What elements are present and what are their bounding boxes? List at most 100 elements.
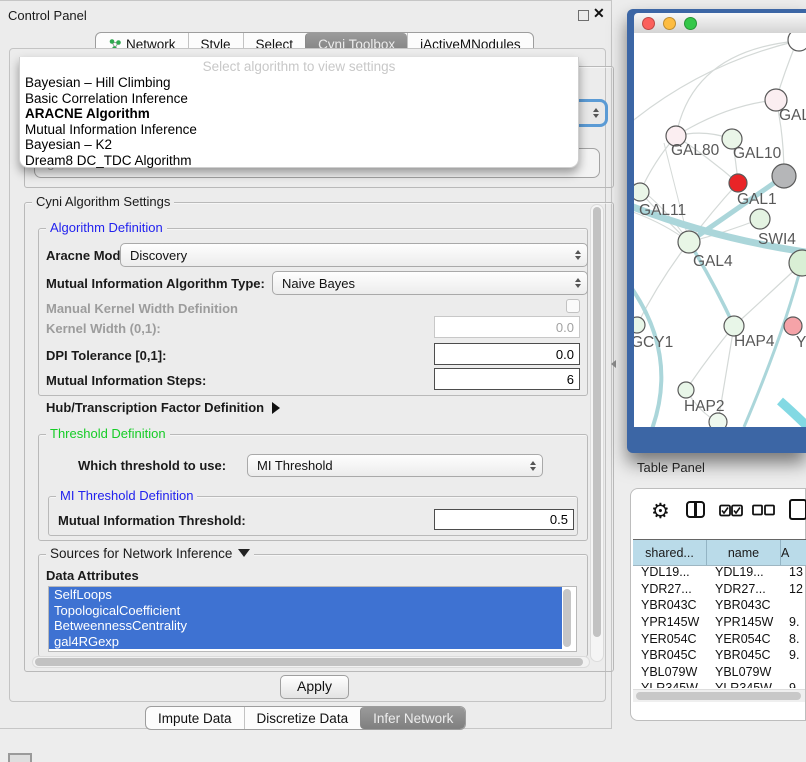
network-node-swi4[interactable] (750, 209, 770, 229)
attribute-list-item[interactable]: SelfLoops (49, 587, 562, 603)
aracne-mode-select[interactable]: Discovery (120, 243, 588, 267)
network-canvas[interactable]: GALGAL80GAL10GAL1GAL11SWI4GAL4HAP4YGCY1H… (634, 33, 806, 427)
dpi-tolerance-field[interactable] (434, 343, 580, 365)
table-cell: 9. (781, 681, 806, 688)
table-cell: YBR043C (633, 598, 707, 612)
function-builder-icon[interactable] (789, 499, 806, 520)
gear-icon[interactable]: ⚙ (651, 492, 670, 532)
control-panel-window: Control Panel ✕ NetworkStyleSelectCyni T… (0, 0, 612, 729)
table-cell: YBL079W (707, 665, 781, 679)
manual-kernel-checkbox[interactable] (566, 299, 580, 313)
minimize-traffic-light[interactable] (663, 17, 676, 30)
mi-type-select[interactable]: Naive Bayes (272, 271, 588, 295)
algorithm-popup-placeholder: Select algorithm to view settings (20, 57, 578, 75)
kernel-width-field[interactable] (434, 316, 580, 338)
network-node-gal4[interactable] (678, 231, 700, 253)
network-edge[interactable] (780, 401, 806, 427)
algorithm-option[interactable]: Mutual Information Inference (20, 122, 578, 138)
algorithm-option[interactable]: Bayesian – Hill Climbing (20, 75, 578, 91)
close-traffic-light[interactable] (642, 17, 655, 30)
cyni-algorithm-settings-title: Cyni Algorithm Settings (32, 195, 174, 209)
algorithm-option[interactable]: ARACNE Algorithm (20, 106, 578, 122)
node-table-card: ⚙ shared...nameA YDL19...YDL19...13YDR27… (630, 488, 806, 721)
table-horizontal-scrollbar[interactable] (633, 689, 805, 702)
network-node[interactable] (788, 33, 806, 51)
data-attributes-list[interactable]: SelfLoopsTopologicalCoefficientBetweenne… (48, 586, 577, 652)
table-cell: YBR043C (707, 598, 781, 612)
table-cell: YDR27... (633, 582, 707, 596)
collapsed-corner-widget[interactable] (8, 753, 32, 762)
hub-definition-toggle[interactable]: Hub/Transcription Factor Definition (46, 400, 280, 415)
tab-discretize-data[interactable]: Discretize Data (244, 707, 361, 729)
attribute-list-item[interactable]: gal4RGexp (49, 634, 562, 650)
network-node-y[interactable] (784, 317, 802, 335)
zoom-traffic-light[interactable] (684, 17, 697, 30)
tab-infer-network[interactable]: Infer Network (360, 707, 465, 729)
node-label: SWI4 (758, 231, 796, 248)
table-row[interactable]: YLR345WYLR345W9. (633, 680, 806, 688)
column-header-2[interactable]: name (707, 540, 781, 565)
network-node[interactable] (772, 164, 796, 188)
network-node[interactable] (709, 413, 727, 427)
settings-horizontal-scrollbar[interactable] (32, 656, 590, 668)
table-row[interactable]: YDL19...YDL19...13 (633, 564, 806, 581)
algorithm-option[interactable]: Dream8 DC_TDC Algorithm (20, 153, 578, 169)
hub-definition-label: Hub/Transcription Factor Definition (46, 400, 264, 415)
data-attributes-label: Data Attributes (46, 568, 139, 583)
network-edge[interactable] (686, 326, 734, 390)
scrollbar-thumb[interactable] (593, 207, 601, 637)
scrollbar-thumb[interactable] (35, 658, 583, 666)
table-row[interactable]: YER054CYER054C8. (633, 630, 806, 647)
network-window-titlebar[interactable] (634, 13, 806, 33)
mi-threshold-field[interactable] (434, 509, 574, 530)
network-node-gal11[interactable] (634, 183, 649, 201)
node-label: HAP2 (684, 398, 725, 415)
tab-impute-data[interactable]: Impute Data (146, 707, 244, 729)
select-all-checks-icon[interactable] (719, 504, 743, 517)
float-window-icon[interactable] (578, 10, 589, 21)
node-label: GAL80 (671, 142, 720, 159)
split-pane-collapse-icon[interactable] (611, 360, 616, 368)
close-icon[interactable]: ✕ (593, 5, 605, 22)
sources-toggle[interactable]: Sources for Network Inference (46, 547, 254, 561)
node-label: Y (796, 334, 806, 351)
table-row[interactable]: YBL079WYBL079W (633, 664, 806, 681)
network-node-hap2[interactable] (678, 382, 694, 398)
table-row[interactable]: YPR145WYPR145W9. (633, 614, 806, 631)
column-header-1[interactable]: shared... (633, 540, 707, 565)
table-cell: YER054C (707, 632, 781, 646)
table-row[interactable]: YDR27...YDR27...12 (633, 581, 806, 598)
table-cell: YBL079W (633, 665, 707, 679)
attribute-list-item[interactable]: BetweennessCentrality (49, 618, 562, 634)
algorithm-option[interactable]: Bayesian – K2 (20, 137, 578, 153)
mi-steps-field[interactable] (434, 368, 580, 390)
scrollbar-thumb[interactable] (636, 692, 801, 700)
table-row[interactable]: YBR043CYBR043C (633, 597, 806, 614)
list-scrollbar-thumb[interactable] (563, 589, 571, 647)
stepper-icon (575, 272, 581, 294)
table-cell: YLR345W (707, 681, 781, 688)
apply-button[interactable]: Apply (280, 675, 349, 699)
table-cell: 9. (781, 648, 806, 662)
node-label: GAL11 (639, 202, 686, 219)
node-label: GAL4 (693, 253, 733, 270)
network-node-gal1[interactable] (729, 174, 747, 192)
cyni-bottom-tabbar: Impute Data Discretize DataInfer Network (145, 706, 466, 730)
table-cell: 12 (781, 582, 806, 596)
tab-label: Impute Data (158, 711, 232, 726)
table-cell: YER054C (633, 632, 707, 646)
which-threshold-select[interactable]: MI Threshold (247, 454, 543, 477)
table-cell: YLR345W (633, 681, 707, 688)
attribute-list-item[interactable]: TopologicalCoefficient (49, 603, 562, 619)
deselect-all-icon[interactable] (752, 504, 776, 517)
columns-icon[interactable] (686, 501, 705, 518)
algorithm-option[interactable]: Basic Correlation Inference (20, 91, 578, 107)
column-header-3[interactable]: A (781, 540, 806, 565)
node-label: HAP4 (734, 333, 775, 350)
network-node-gcy1[interactable] (634, 317, 645, 333)
node-label: GAL10 (733, 145, 782, 162)
table-row[interactable]: YBR045CYBR045C9. (633, 647, 806, 664)
settings-vertical-scrollbar[interactable] (590, 204, 604, 662)
table-cell: YDL19... (633, 565, 707, 579)
table-rows: YDL19...YDL19...13YDR27...YDR27...12YBR0… (633, 564, 806, 688)
